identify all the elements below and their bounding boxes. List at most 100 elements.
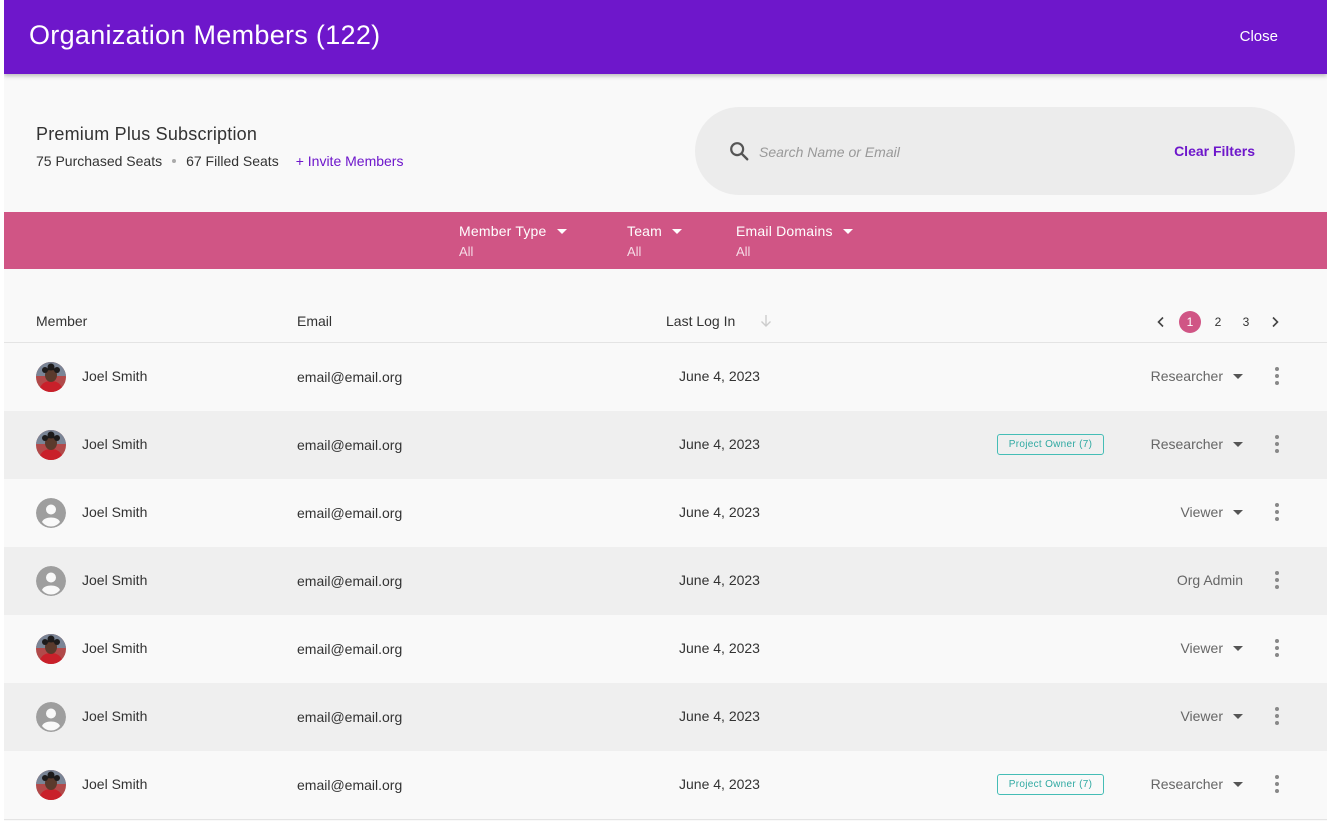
role-label: Viewer [1180,708,1223,724]
column-header-email[interactable]: Email [297,313,332,329]
member-row[interactable]: Joel Smith email@email.org June 4, 2023 … [4,411,1327,479]
caret-down-icon [1233,645,1243,651]
role-dropdown[interactable]: Viewer [1180,708,1243,724]
search-icon [730,142,749,161]
member-name: Joel Smith [82,436,148,452]
role-dropdown[interactable]: Org Admin [1177,572,1243,588]
role-dropdown[interactable]: Researcher [1151,436,1243,452]
caret-down-icon [1233,509,1243,515]
member-name: Joel Smith [82,640,148,656]
search-bar: Clear Filters [695,107,1295,195]
avatar [36,362,66,392]
invite-members-link[interactable]: + Invite Members [296,153,404,169]
filter-bar: Member Type All Team All Email Domains A… [4,212,1327,269]
avatar [36,702,66,732]
user-photo-icon [36,430,66,460]
member-email: email@email.org [297,641,403,657]
caret-down-icon [1233,441,1243,447]
chevron-left-icon[interactable] [1154,315,1168,329]
last-login-date: June 4, 2023 [679,436,760,452]
subscription-name: Premium Plus Subscription [36,124,258,144]
member-row[interactable]: Joel Smith email@email.org June 4, 2023 … [4,479,1327,547]
sort-descending-icon[interactable] [759,313,773,329]
filled-seats: 67 Filled Seats [186,153,279,169]
member-name: Joel Smith [82,368,148,384]
caret-down-icon [672,228,683,234]
dialog-header: Organization Members (122) Close [4,0,1327,74]
members-dialog: Organization Members (122) Close Premium… [4,0,1327,821]
member-email: email@email.org [297,709,403,725]
purchased-seats: 75 Purchased Seats [36,153,163,169]
project-owner-badge: Project Owner (7) [997,434,1104,455]
member-email: email@email.org [297,369,403,385]
avatar [36,770,66,800]
more-options-icon[interactable] [1273,503,1281,523]
avatar [36,430,66,460]
caret-down-icon [842,228,853,234]
role-dropdown[interactable]: Viewer [1180,640,1243,656]
member-email: email@email.org [297,573,403,589]
default-avatar-icon [36,702,66,732]
role-label: Researcher [1150,776,1223,792]
clear-filters-button[interactable]: Clear Filters [1174,143,1255,159]
member-row[interactable]: Joel Smith email@email.org June 4, 2023 … [4,615,1327,683]
avatar [36,566,66,596]
last-login-date: June 4, 2023 [679,708,760,724]
more-options-icon[interactable] [1273,639,1281,659]
member-name: Joel Smith [82,572,148,588]
last-login-date: June 4, 2023 [679,572,760,588]
role-dropdown[interactable]: Viewer [1180,504,1243,520]
caret-down-icon [556,228,567,234]
caret-down-icon [1233,373,1243,379]
avatar [36,498,66,528]
member-email: email@email.org [297,777,403,793]
filter-member-type[interactable]: Member Type All [459,223,567,259]
filter-label: Team [627,223,663,239]
last-login-date: June 4, 2023 [679,776,760,792]
seat-summary: 75 Purchased Seats 67 Filled Seats + Inv… [36,153,403,169]
avatar [36,634,66,664]
search-input[interactable] [757,139,1121,165]
more-options-icon[interactable] [1273,435,1281,455]
filter-email-domains[interactable]: Email Domains All [736,223,853,259]
member-name: Joel Smith [82,504,148,520]
member-row[interactable]: Joel Smith email@email.org June 4, 2023 … [4,683,1327,751]
user-photo-icon [36,770,66,800]
page-3[interactable]: 3 [1235,311,1257,333]
separator-dot [172,159,177,163]
more-options-icon[interactable] [1273,571,1281,591]
page-2[interactable]: 2 [1207,311,1229,333]
last-login-date: June 4, 2023 [679,368,760,384]
column-header-last-login[interactable]: Last Log In [666,313,735,329]
member-table-body: Joel Smith email@email.org June 4, 2023 … [4,343,1327,820]
user-photo-icon [36,362,66,392]
member-row[interactable]: Joel Smith email@email.org June 4, 2023 … [4,343,1327,411]
pagination: 1 2 3 [1154,311,1282,333]
page-1[interactable]: 1 [1179,311,1201,333]
member-row[interactable]: Joel Smith email@email.org June 4, 2023 … [4,547,1327,615]
caret-down-icon [1233,781,1243,787]
filter-team[interactable]: Team All [627,223,683,259]
filter-value: All [627,244,642,259]
member-email: email@email.org [297,437,403,453]
filter-value: All [459,244,474,259]
member-name: Joel Smith [82,708,148,724]
filter-value: All [736,244,751,259]
role-label: Viewer [1180,504,1223,520]
more-options-icon[interactable] [1273,367,1281,387]
project-owner-badge: Project Owner (7) [997,774,1104,795]
close-button[interactable]: Close [1240,28,1278,45]
role-label: Org Admin [1176,572,1243,588]
filter-label: Email Domains [736,223,833,239]
role-label: Viewer [1180,640,1223,656]
more-options-icon[interactable] [1273,707,1281,727]
member-row[interactable]: Joel Smith email@email.org June 4, 2023 … [4,751,1327,820]
default-avatar-icon [36,498,66,528]
role-dropdown[interactable]: Researcher [1151,368,1243,384]
more-options-icon[interactable] [1273,775,1281,795]
role-dropdown[interactable]: Researcher [1151,776,1243,792]
column-header-member[interactable]: Member [36,313,87,329]
user-photo-icon [36,634,66,664]
role-label: Researcher [1150,368,1223,384]
chevron-right-icon[interactable] [1268,315,1282,329]
